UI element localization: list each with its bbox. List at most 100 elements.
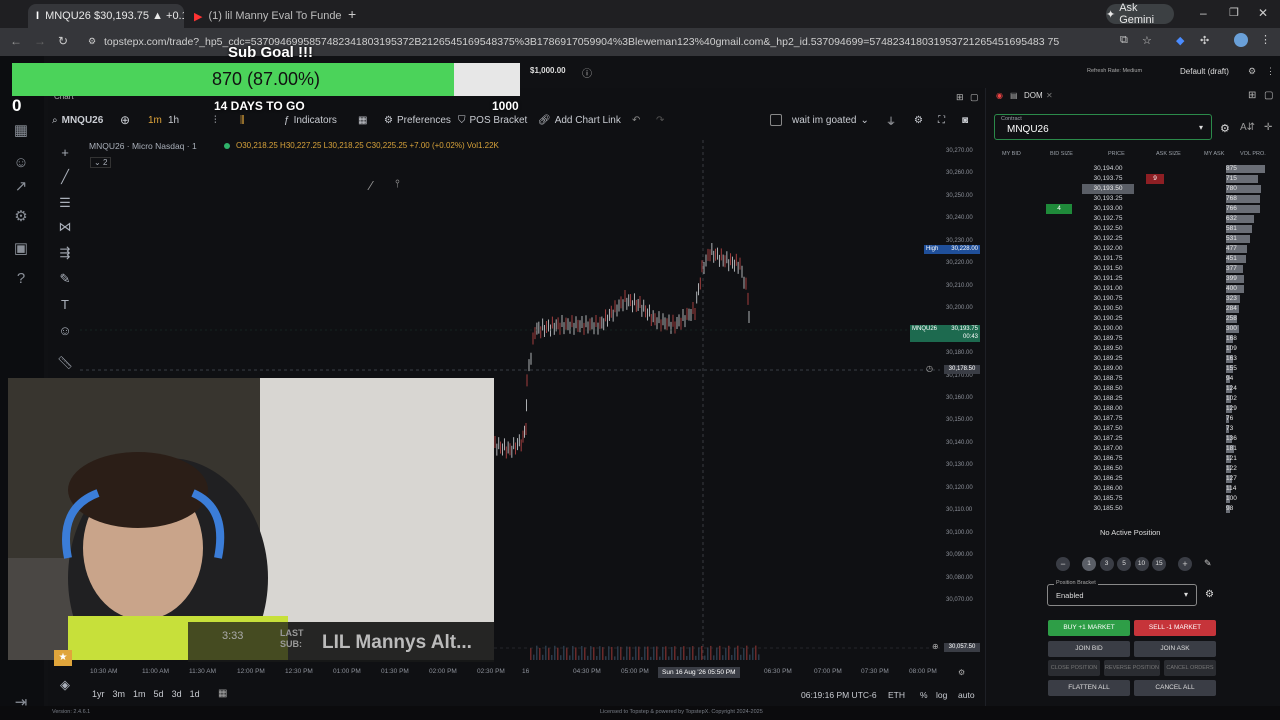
ruler-tool-icon[interactable]: 📏︎ — [56, 354, 74, 372]
dom-row[interactable]: 30,193.00 4 766 — [990, 204, 1272, 214]
undo-icon[interactable]: ↶ — [632, 110, 640, 130]
qty-preset-button[interactable]: 10 — [1134, 557, 1149, 571]
dom-row[interactable]: 30,192.75 632 — [990, 214, 1272, 224]
help-icon[interactable]: ? — [8, 268, 34, 290]
dom-row[interactable]: 30,186.25 127 — [990, 474, 1272, 484]
dom-row[interactable]: 30,192.50 581 — [990, 224, 1272, 234]
qty-preset-button[interactable]: 1 — [1082, 557, 1096, 571]
dom-row[interactable]: 30,185.50 98 — [990, 504, 1272, 514]
add-panel-icon[interactable]: ⊞ — [1248, 90, 1256, 101]
flatten-all-button[interactable]: FLATTEN ALL — [1048, 680, 1130, 696]
pos-bracket-button[interactable]: ⛉ POS Bracket — [458, 110, 527, 130]
dom-row[interactable]: 30,191.50 377 — [990, 264, 1272, 274]
join-bid-button[interactable]: JOIN BID — [1048, 641, 1130, 657]
browser-tab-youtube[interactable]: ▶ (1) lil Manny Eval To Funded Li... ✕ — [186, 4, 342, 28]
dom-row[interactable]: 30,193.25 768 — [990, 194, 1272, 204]
interval-1m[interactable]: 1m — [148, 110, 162, 130]
dom-row[interactable]: 30,188.50 124 — [990, 384, 1272, 394]
scale-settings-icon[interactable]: ⚙ — [958, 668, 965, 677]
cancel-all-button[interactable]: CANCEL ALL — [1134, 680, 1216, 696]
sell-market-button[interactable]: SELL -1 MARKET — [1134, 620, 1216, 636]
settings-icon[interactable]: ⚙ — [914, 110, 923, 130]
bookmark-star-icon[interactable]: ☆ — [1142, 34, 1152, 47]
more-menu-icon[interactable]: ⋮ — [1266, 66, 1275, 77]
range-button[interactable]: 1d — [190, 689, 200, 701]
add-chart-link-button[interactable]: 🔗︎ Add Chart Link — [538, 110, 621, 130]
preferences-button[interactable]: ⚙ Preferences — [384, 110, 451, 130]
crosshair-tool-icon[interactable]: + — [56, 144, 74, 162]
dom-row[interactable]: 30,186.50 122 — [990, 464, 1272, 474]
camera-icon[interactable]: ◙ — [962, 110, 968, 130]
candles-icon[interactable]: ⫼ — [240, 110, 245, 130]
site-info-icon[interactable]: ⚙ — [88, 36, 96, 47]
time-axis[interactable]: 10:30 AM 11:00 AM 11:30 AM 12:00 PM 12:30 PM… — [80, 664, 940, 678]
dom-row[interactable]: 30,189.00 155 — [990, 364, 1272, 374]
qty-preset-button[interactable]: 3 — [1099, 557, 1114, 571]
expand-panel-icon[interactable]: ▢ — [970, 92, 979, 103]
dom-row[interactable]: 30,188.75 94 — [990, 374, 1272, 384]
compare-add-icon[interactable]: ⊕ — [120, 110, 130, 130]
dom-row[interactable]: 30,186.75 121 — [990, 454, 1272, 464]
dom-row[interactable]: 30,192.25 531 — [990, 234, 1272, 244]
dom-row[interactable]: 30,191.25 399 — [990, 274, 1272, 284]
join-ask-button[interactable]: JOIN ASK — [1134, 641, 1216, 657]
layers-icon[interactable]: ◈ — [56, 676, 74, 694]
forward-icon[interactable]: → — [34, 34, 46, 48]
trendline-tool-icon[interactable]: ╱ — [56, 168, 74, 186]
dom-row[interactable]: 30,190.25 258 — [990, 314, 1272, 324]
qty-preset-button[interactable]: 5 — [1117, 557, 1131, 571]
range-button[interactable]: 1m — [133, 689, 146, 701]
extension-icon[interactable]: ◆ — [1176, 34, 1184, 47]
text-tool-icon[interactable]: T — [56, 296, 74, 314]
pattern-tool-icon[interactable]: ⋈ — [56, 218, 74, 236]
new-tab-icon[interactable]: + — [348, 6, 356, 22]
users-icon[interactable]: ☺ — [8, 152, 34, 174]
dom-row[interactable]: 30,192.00 477 — [990, 244, 1272, 254]
dom-row[interactable]: 30,188.25 102 — [990, 394, 1272, 404]
dom-row[interactable]: 30,188.00 129 — [990, 404, 1272, 414]
tv-icon[interactable]: ▣ — [8, 238, 34, 260]
layout-select[interactable]: Default (draft) — [1180, 67, 1229, 76]
close-dom-icon[interactable]: ✕ — [1046, 91, 1053, 100]
dom-row[interactable]: 30,190.50 284 — [990, 304, 1272, 314]
fib-tool-icon[interactable]: ☰ — [56, 194, 74, 212]
dom-row[interactable]: 30,190.75 323 — [990, 294, 1272, 304]
session-toggle[interactable]: ETH — [888, 690, 905, 700]
reverse-position-button[interactable]: REVERSE POSITION — [1104, 660, 1160, 676]
qty-preset-button[interactable]: 15 — [1152, 557, 1166, 571]
close-position-button[interactable]: CLOSE POSITION — [1048, 660, 1100, 676]
font-size-icon[interactable]: A⇵ — [1240, 122, 1255, 133]
extensions-puzzle-icon[interactable]: ✣ — [1200, 34, 1209, 47]
emoji-tool-icon[interactable]: ☺ — [56, 322, 74, 340]
indicators-button[interactable]: ƒ Indicators — [284, 110, 337, 130]
analytics-icon[interactable]: ↗ — [8, 176, 34, 198]
symbol-search[interactable]: ⌕ MNQU26 — [52, 110, 103, 130]
dom-row[interactable]: 30,189.25 163 — [990, 354, 1272, 364]
refresh-rate[interactable]: Refresh Rate: Medium — [1087, 68, 1142, 74]
center-icon[interactable]: ✛ — [1264, 122, 1272, 133]
dom-row[interactable]: 30,187.25 136 — [990, 434, 1272, 444]
back-icon[interactable]: ← — [10, 34, 22, 48]
bar-style-icon[interactable]: ⫶ — [214, 110, 217, 130]
cancel-orders-button[interactable]: CANCEL ORDERS — [1164, 660, 1216, 676]
dom-row[interactable]: 30,186.00 114 — [990, 484, 1272, 494]
add-panel-icon[interactable]: ⊞ — [956, 92, 964, 103]
dom-settings-icon[interactable]: ⚙ — [1220, 122, 1230, 135]
close-window-icon[interactable]: ✕ — [1258, 6, 1268, 20]
profile-avatar[interactable] — [1234, 33, 1248, 47]
range-button[interactable]: 1yr — [92, 689, 105, 701]
qty-plus-button[interactable]: + — [1178, 557, 1192, 571]
dom-row[interactable]: 30,187.00 181 — [990, 444, 1272, 454]
position-bracket-select[interactable]: Position Bracket Enabled ▾ — [1047, 580, 1197, 606]
browser-menu-icon[interactable]: ⋮ — [1260, 33, 1271, 46]
measure-tool-icon[interactable]: ⇶ — [56, 244, 74, 262]
log-toggle[interactable]: log — [936, 690, 947, 700]
minimize-icon[interactable]: – — [1200, 6, 1207, 20]
add-order-icon[interactable]: ⊕ — [932, 642, 939, 651]
percent-toggle[interactable]: % — [920, 690, 928, 700]
range-button[interactable]: 3d — [172, 689, 182, 701]
fullscreen-icon[interactable]: ⛶ — [938, 110, 945, 130]
dom-row[interactable]: 30,191.00 400 — [990, 284, 1272, 294]
maximize-icon[interactable]: ❐ — [1229, 6, 1239, 19]
redo-icon[interactable]: ↷ — [656, 110, 664, 130]
